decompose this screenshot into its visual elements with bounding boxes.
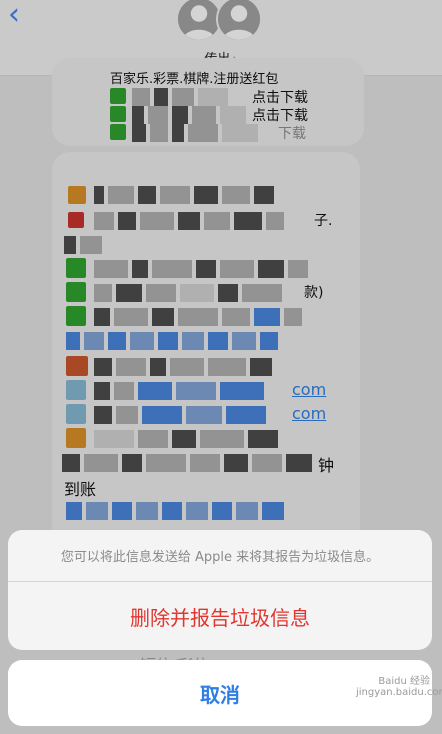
action-sheet: 您可以将此信息发送给 Apple 来将其报告为垃圾信息。 删除并报告垃圾信息 xyxy=(8,530,432,650)
action-sheet-message: 您可以将此信息发送给 Apple 来将其报告为垃圾信息。 xyxy=(8,530,432,582)
watermark-text: Baidu 经验 xyxy=(378,676,430,687)
watermark-sub: jingyan.baidu.com xyxy=(356,687,442,698)
delete-and-report-button[interactable]: 删除并报告垃圾信息 xyxy=(8,582,432,650)
baidu-watermark: Baidu 经验 jingyan.baidu.com xyxy=(356,672,442,712)
